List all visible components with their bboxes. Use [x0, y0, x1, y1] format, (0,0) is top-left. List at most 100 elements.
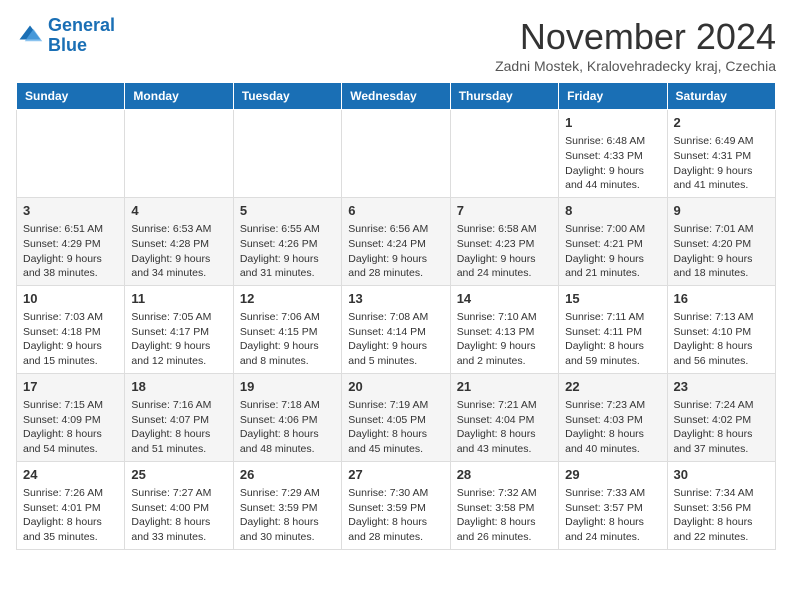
- day-info: Sunrise: 6:58 AM Sunset: 4:23 PM Dayligh…: [457, 222, 552, 281]
- week-row-2: 10 Sunrise: 7:03 AM Sunset: 4:18 PM Dayli…: [17, 285, 776, 373]
- weekday-header-wednesday: Wednesday: [342, 83, 450, 110]
- day-number: 28: [457, 466, 552, 484]
- day-info: Sunrise: 7:18 AM Sunset: 4:06 PM Dayligh…: [240, 398, 335, 457]
- logo-text: General Blue: [48, 16, 115, 56]
- calendar-cell: 5Sunrise: 6:55 AM Sunset: 4:26 PM Daylig…: [233, 197, 341, 285]
- calendar-cell: 13 Sunrise: 7:08 AM Sunset: 4:14 PM Dayli…: [342, 285, 450, 373]
- day-info: Sunrise: 6:53 AM Sunset: 4:28 PM Dayligh…: [131, 222, 226, 281]
- calendar-cell: 12 Sunrise: 7:06 AM Sunset: 4:15 PM Dayli…: [233, 285, 341, 373]
- calendar-cell: 25 Sunrise: 7:27 AM Sunset: 4:00 PM Dayli…: [125, 461, 233, 549]
- day-info: Sunrise: 7:26 AM Sunset: 4:01 PM Dayligh…: [23, 486, 118, 545]
- calendar-cell: 15 Sunrise: 7:11 AM Sunset: 4:11 PM Dayli…: [559, 285, 667, 373]
- day-number: 1: [565, 114, 660, 132]
- title-area: November 2024 Zadni Mostek, Kralovehrade…: [495, 16, 776, 74]
- day-number: 4: [131, 202, 226, 220]
- calendar-cell: 7 Sunrise: 6:58 AM Sunset: 4:23 PM Daylig…: [450, 197, 558, 285]
- calendar-cell: 28Sunrise: 7:32 AM Sunset: 3:58 PM Dayli…: [450, 461, 558, 549]
- calendar-cell: 22 Sunrise: 7:23 AM Sunset: 4:03 PM Dayli…: [559, 373, 667, 461]
- day-info: Sunrise: 7:13 AM Sunset: 4:10 PM Dayligh…: [674, 310, 769, 369]
- calendar-cell: 11Sunrise: 7:05 AM Sunset: 4:17 PM Dayli…: [125, 285, 233, 373]
- calendar: SundayMondayTuesdayWednesdayThursdayFrid…: [16, 82, 776, 550]
- calendar-cell: [342, 110, 450, 198]
- calendar-cell: 24 Sunrise: 7:26 AM Sunset: 4:01 PM Dayli…: [17, 461, 125, 549]
- day-info: Sunrise: 7:34 AM Sunset: 3:56 PM Dayligh…: [674, 486, 769, 545]
- day-info: Sunrise: 6:49 AM Sunset: 4:31 PM Dayligh…: [674, 134, 769, 193]
- day-info: Sunrise: 6:48 AM Sunset: 4:33 PM Dayligh…: [565, 134, 660, 193]
- day-info: Sunrise: 7:06 AM Sunset: 4:15 PM Dayligh…: [240, 310, 335, 369]
- logo-line1: General: [48, 15, 115, 35]
- day-number: 6: [348, 202, 443, 220]
- day-number: 26: [240, 466, 335, 484]
- day-info: Sunrise: 7:11 AM Sunset: 4:11 PM Dayligh…: [565, 310, 660, 369]
- day-info: Sunrise: 7:23 AM Sunset: 4:03 PM Dayligh…: [565, 398, 660, 457]
- weekday-header-saturday: Saturday: [667, 83, 775, 110]
- day-number: 24: [23, 466, 118, 484]
- week-row-1: 3 Sunrise: 6:51 AM Sunset: 4:29 PM Daylig…: [17, 197, 776, 285]
- calendar-cell: [233, 110, 341, 198]
- day-info: Sunrise: 7:10 AM Sunset: 4:13 PM Dayligh…: [457, 310, 552, 369]
- weekday-header-friday: Friday: [559, 83, 667, 110]
- day-info: Sunrise: 7:15 AM Sunset: 4:09 PM Dayligh…: [23, 398, 118, 457]
- day-number: 19: [240, 378, 335, 396]
- day-number: 21: [457, 378, 552, 396]
- weekday-header-sunday: Sunday: [17, 83, 125, 110]
- weekday-header-tuesday: Tuesday: [233, 83, 341, 110]
- calendar-cell: 6 Sunrise: 6:56 AM Sunset: 4:24 PM Daylig…: [342, 197, 450, 285]
- day-info: Sunrise: 7:08 AM Sunset: 4:14 PM Dayligh…: [348, 310, 443, 369]
- calendar-cell: [450, 110, 558, 198]
- calendar-cell: 18Sunrise: 7:16 AM Sunset: 4:07 PM Dayli…: [125, 373, 233, 461]
- calendar-cell: [17, 110, 125, 198]
- day-info: Sunrise: 7:21 AM Sunset: 4:04 PM Dayligh…: [457, 398, 552, 457]
- weekday-header-thursday: Thursday: [450, 83, 558, 110]
- calendar-cell: 9Sunrise: 7:01 AM Sunset: 4:20 PM Daylig…: [667, 197, 775, 285]
- day-info: Sunrise: 7:00 AM Sunset: 4:21 PM Dayligh…: [565, 222, 660, 281]
- day-number: 2: [674, 114, 769, 132]
- day-info: Sunrise: 6:51 AM Sunset: 4:29 PM Dayligh…: [23, 222, 118, 281]
- day-number: 16: [674, 290, 769, 308]
- day-number: 27: [348, 466, 443, 484]
- day-info: Sunrise: 6:55 AM Sunset: 4:26 PM Dayligh…: [240, 222, 335, 281]
- day-number: 13: [348, 290, 443, 308]
- logo: General Blue: [16, 16, 115, 56]
- day-number: 23: [674, 378, 769, 396]
- day-number: 30: [674, 466, 769, 484]
- day-info: Sunrise: 6:56 AM Sunset: 4:24 PM Dayligh…: [348, 222, 443, 281]
- day-number: 10: [23, 290, 118, 308]
- weekday-header-row: SundayMondayTuesdayWednesdayThursdayFrid…: [17, 83, 776, 110]
- calendar-cell: 27 Sunrise: 7:30 AM Sunset: 3:59 PM Dayli…: [342, 461, 450, 549]
- day-info: Sunrise: 7:05 AM Sunset: 4:17 PM Dayligh…: [131, 310, 226, 369]
- day-number: 8: [565, 202, 660, 220]
- calendar-cell: 20 Sunrise: 7:19 AM Sunset: 4:05 PM Dayli…: [342, 373, 450, 461]
- month-title: November 2024: [495, 16, 776, 58]
- day-number: 7: [457, 202, 552, 220]
- day-info: Sunrise: 7:01 AM Sunset: 4:20 PM Dayligh…: [674, 222, 769, 281]
- calendar-cell: 1 Sunrise: 6:48 AM Sunset: 4:33 PM Daylig…: [559, 110, 667, 198]
- calendar-cell: 26Sunrise: 7:29 AM Sunset: 3:59 PM Dayli…: [233, 461, 341, 549]
- calendar-cell: 10 Sunrise: 7:03 AM Sunset: 4:18 PM Dayli…: [17, 285, 125, 373]
- day-number: 25: [131, 466, 226, 484]
- location: Zadni Mostek, Kralovehradecky kraj, Czec…: [495, 58, 776, 74]
- calendar-cell: 30 Sunrise: 7:34 AM Sunset: 3:56 PM Dayli…: [667, 461, 775, 549]
- day-number: 12: [240, 290, 335, 308]
- day-info: Sunrise: 7:33 AM Sunset: 3:57 PM Dayligh…: [565, 486, 660, 545]
- week-row-0: 1 Sunrise: 6:48 AM Sunset: 4:33 PM Daylig…: [17, 110, 776, 198]
- day-info: Sunrise: 7:30 AM Sunset: 3:59 PM Dayligh…: [348, 486, 443, 545]
- calendar-cell: 17 Sunrise: 7:15 AM Sunset: 4:09 PM Dayli…: [17, 373, 125, 461]
- day-number: 22: [565, 378, 660, 396]
- day-info: Sunrise: 7:27 AM Sunset: 4:00 PM Dayligh…: [131, 486, 226, 545]
- day-info: Sunrise: 7:03 AM Sunset: 4:18 PM Dayligh…: [23, 310, 118, 369]
- day-number: 15: [565, 290, 660, 308]
- day-number: 17: [23, 378, 118, 396]
- logo-line2: Blue: [48, 35, 87, 55]
- calendar-cell: 19 Sunrise: 7:18 AM Sunset: 4:06 PM Dayli…: [233, 373, 341, 461]
- day-info: Sunrise: 7:19 AM Sunset: 4:05 PM Dayligh…: [348, 398, 443, 457]
- day-number: 18: [131, 378, 226, 396]
- weekday-header-monday: Monday: [125, 83, 233, 110]
- calendar-cell: 2 Sunrise: 6:49 AM Sunset: 4:31 PM Daylig…: [667, 110, 775, 198]
- calendar-cell: 23Sunrise: 7:24 AM Sunset: 4:02 PM Dayli…: [667, 373, 775, 461]
- week-row-3: 17 Sunrise: 7:15 AM Sunset: 4:09 PM Dayli…: [17, 373, 776, 461]
- day-number: 20: [348, 378, 443, 396]
- day-number: 3: [23, 202, 118, 220]
- calendar-cell: 3 Sunrise: 6:51 AM Sunset: 4:29 PM Daylig…: [17, 197, 125, 285]
- calendar-cell: [125, 110, 233, 198]
